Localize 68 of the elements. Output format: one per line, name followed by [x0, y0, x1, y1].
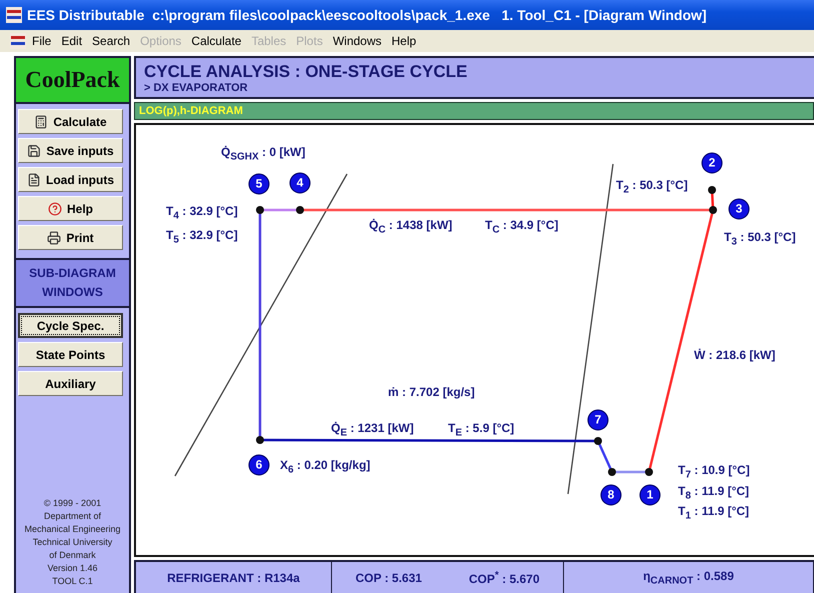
state-dot	[256, 436, 264, 444]
value-label: Q̇$_{C}$ : 1438 [kW]	[369, 218, 452, 238]
footer-text: Version 1.46	[47, 563, 98, 574]
toolbar-button[interactable]: Help	[18, 196, 123, 221]
menu-item[interactable]: Help	[388, 34, 420, 48]
printer-icon	[47, 230, 62, 244]
state-marker: 6	[248, 454, 270, 476]
state-marker: 7	[588, 409, 608, 430]
diagram-title: LOG(p),h-DIAGRAM	[139, 104, 243, 117]
footer-text: of Denmark	[49, 550, 96, 561]
menu-item[interactable]: Search	[88, 34, 134, 48]
value-label: T$_{5}$ : 32.9 [°C]	[166, 228, 238, 248]
section-title: SUB-DIAGRAM WINDOWS	[28, 265, 117, 301]
question-mark-icon	[48, 202, 62, 216]
state-marker: 3	[728, 198, 750, 220]
state-dot	[709, 206, 717, 214]
value-label: T$_{3}$ : 50.3 [°C]	[724, 230, 796, 250]
footer-text: © 1999 - 2001	[44, 498, 102, 509]
value-label: Q̇$_{SGHX}$ : 0 [kW]	[221, 144, 306, 164]
value-label: T$_{2}$ : 50.3 [°C]	[616, 178, 688, 198]
value-label: T$_{4}$ : 32.9 [°C]	[166, 204, 238, 224]
menu-item[interactable]: Edit	[57, 34, 86, 48]
cop-label: COP$^{*}$ : 5.670	[468, 570, 540, 586]
value-label: T$_{E}$ : 5.9 [°C]	[448, 420, 514, 440]
toolbar-button[interactable]: Save inputs	[18, 138, 123, 163]
footer-text: Technical University	[32, 537, 112, 548]
page-subtitle: > DX EVAPORATOR	[144, 82, 249, 94]
state-marker: 5	[248, 173, 270, 194]
footer-text: TOOL C.1	[52, 576, 93, 587]
window-button[interactable]: State Points	[18, 342, 123, 367]
calculator-icon	[34, 114, 48, 128]
document-icon	[27, 172, 41, 186]
menu-item[interactable]: File	[28, 34, 56, 48]
state-marker: 8	[600, 484, 622, 506]
footer-text: Mechanical Engineering	[24, 524, 121, 535]
footer-text: Department of	[44, 511, 102, 522]
cop-label: COP : 5.631	[355, 570, 422, 585]
state-marker: 1	[640, 484, 660, 506]
menu-item[interactable]: Windows	[328, 34, 386, 48]
state-marker: 4	[290, 172, 310, 194]
value-label: ṁ : 7.702 [kg/s]	[388, 384, 475, 399]
value-label: T$_{7}$ : 10.9 [°C]	[678, 462, 750, 482]
app-icon[interactable]	[10, 33, 26, 49]
menu-item[interactable]: Calculate	[187, 34, 246, 48]
carnot-efficiency-label: η$_{CARNOT}$ : 0.589	[643, 568, 734, 586]
state-dot	[645, 468, 653, 476]
toolbar-button[interactable]: Load inputs	[18, 167, 123, 192]
window-title: EES Distributable c:\program files\coolpack\eescooltools\pack_1.exe 1. Tool_C1 - [Diagram Window]	[27, 7, 707, 23]
state-dot	[256, 206, 264, 214]
toolbar-button[interactable]: Print	[18, 225, 123, 250]
page-title: CYCLE ANALYSIS : ONE-STAGE CYCLE	[144, 62, 468, 82]
value-label: T$_{C}$ : 34.9 [°C]	[485, 218, 558, 238]
value-label: Ẇ : 218.6 [kW]	[694, 348, 776, 362]
app-icon	[6, 7, 22, 23]
state-dot	[296, 206, 304, 214]
state-dot	[594, 436, 602, 445]
window-button[interactable]: Auxiliary	[18, 371, 123, 396]
coolpack-logo: CoolPack	[16, 58, 129, 104]
value-label: T$_{8}$ : 11.9 [°C]	[678, 484, 750, 504]
value-label: T$_{1}$ : 11.9 [°C]	[678, 504, 750, 524]
value-label: Q̇$_{E}$ : 1231 [kW]	[331, 420, 414, 440]
state-marker: 2	[702, 152, 722, 174]
refrigerant-label: REFRIGERANT : R134a	[167, 570, 300, 585]
state-dot	[708, 186, 716, 194]
state-dot	[608, 468, 616, 476]
toolbar-button[interactable]: Calculate	[18, 109, 123, 134]
value-label: X$_{6}$ : 0.20 [kg/kg]	[280, 458, 370, 478]
window-button[interactable]: Cycle Spec.	[18, 313, 123, 338]
